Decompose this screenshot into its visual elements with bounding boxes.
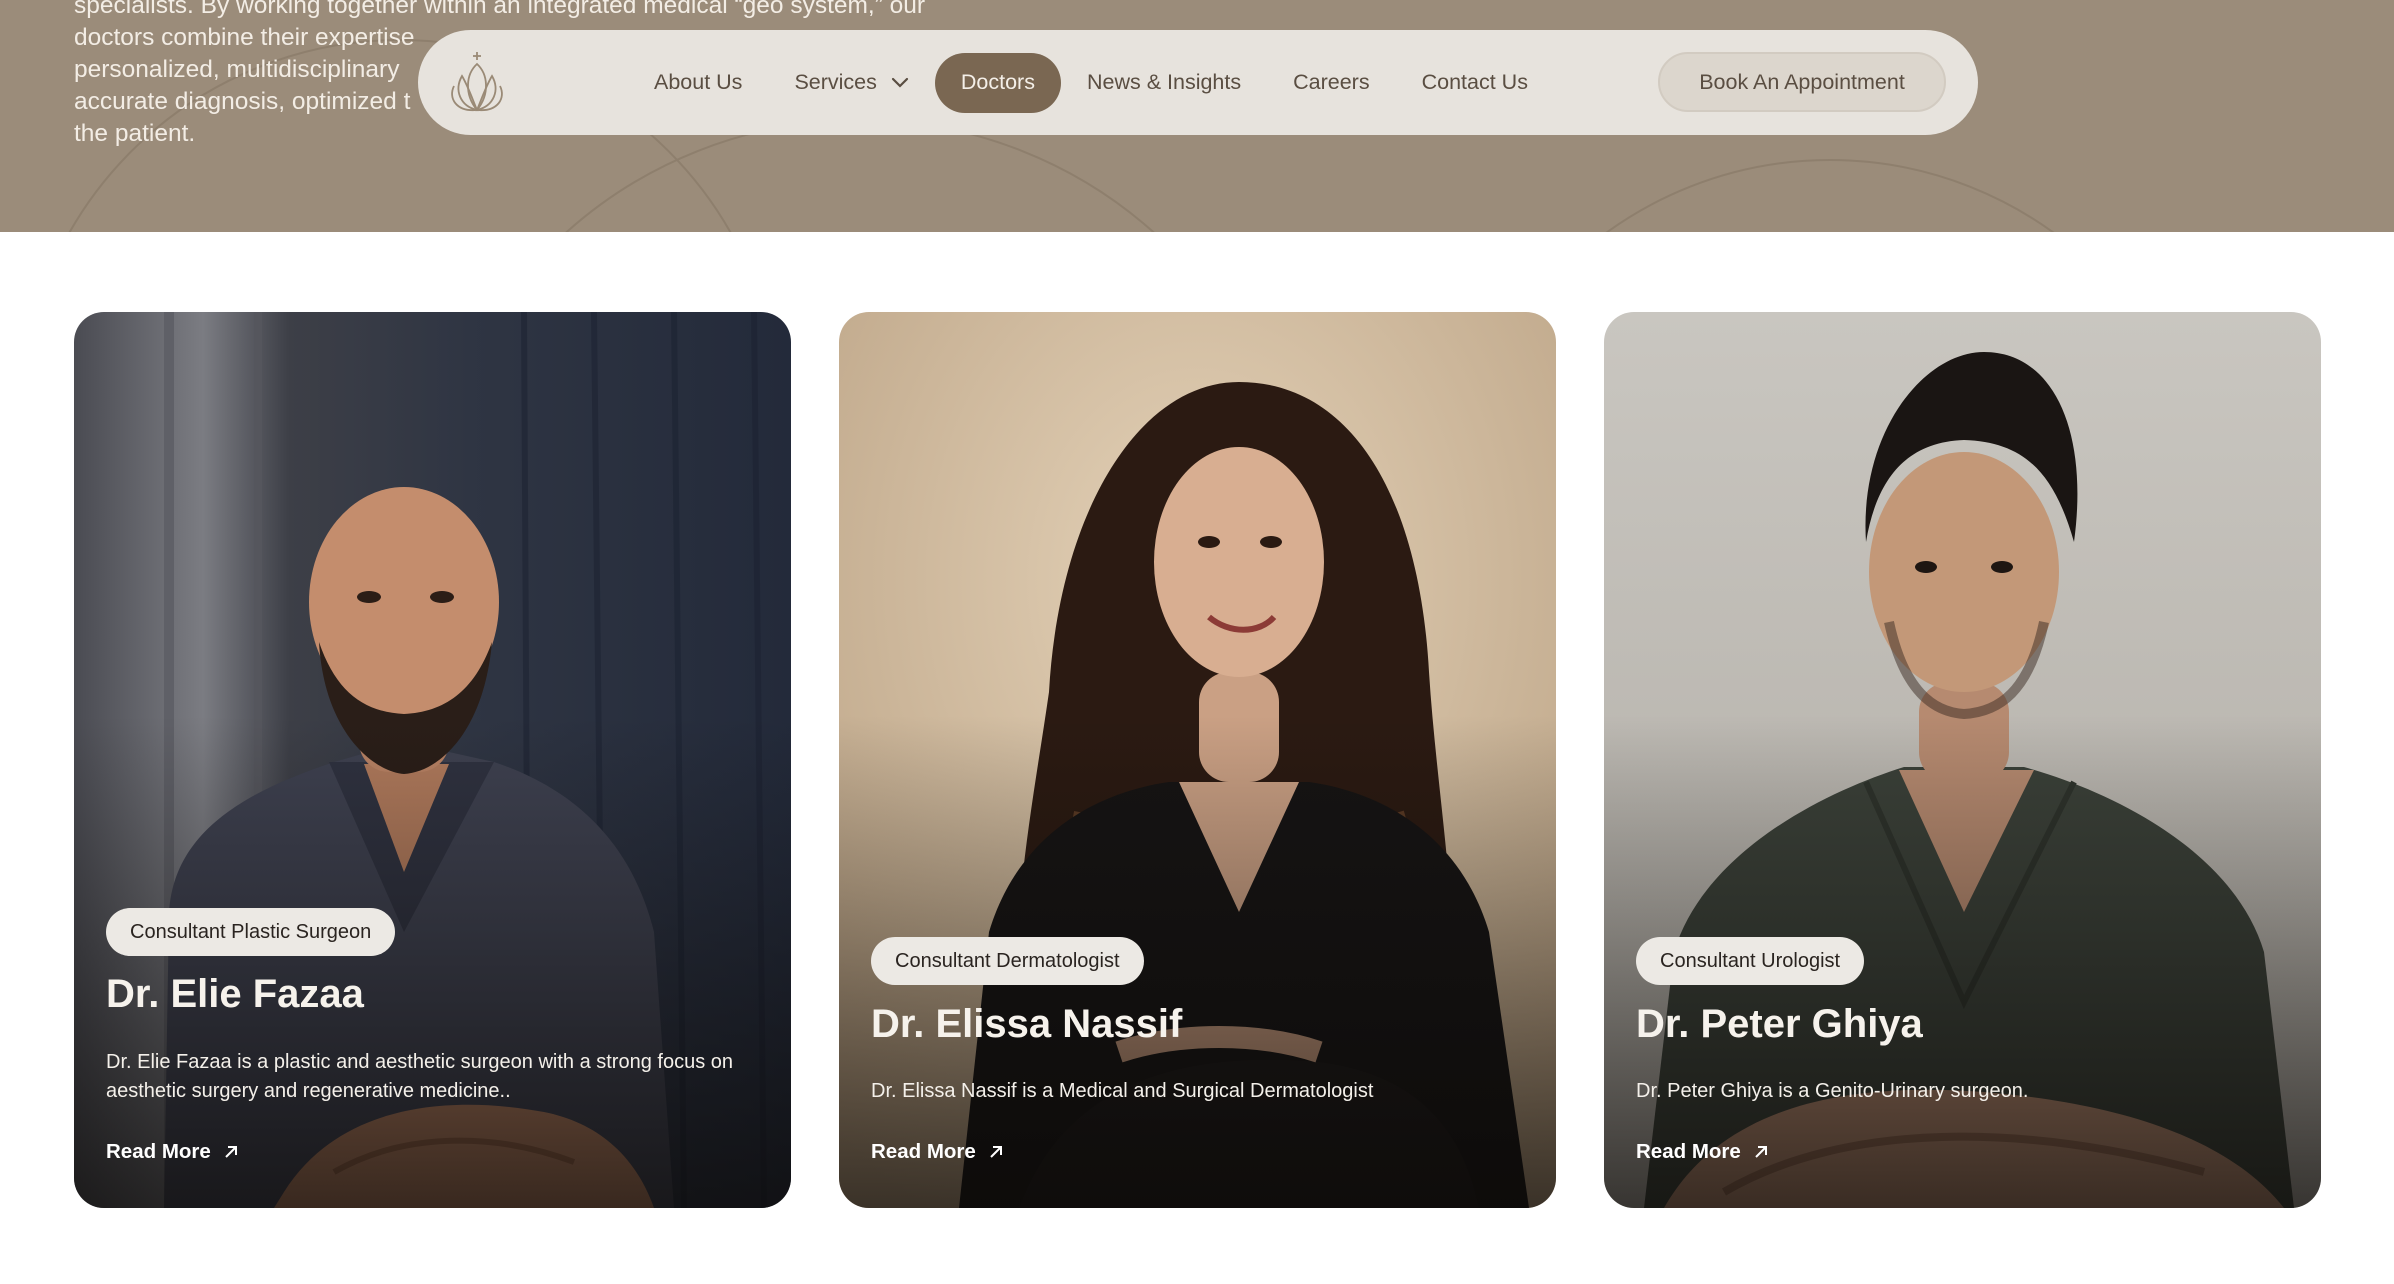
card-content: Consultant Plastic Surgeon Dr. Elie Faza… — [106, 312, 759, 1208]
nav-link-label: News & Insights — [1086, 70, 1242, 94]
read-more-label: Read More — [1636, 1140, 1741, 1163]
arrow-up-right-icon — [988, 1144, 1004, 1160]
nav-doctors[interactable]: Doctors — [934, 52, 1061, 113]
hero-line: specialists. By working together within … — [74, 0, 926, 19]
nav-contact-us[interactable]: Contact Us — [1396, 53, 1554, 113]
doctor-description: Dr. Elie Fazaa is a plastic and aestheti… — [106, 1051, 734, 1102]
doctor-description: Dr. Elissa Nassif is a Medical and Surgi… — [871, 1080, 1374, 1102]
nav-link-label: Careers — [1293, 70, 1370, 94]
doctor-card[interactable]: Consultant Dermatologist Dr. Elissa Nass… — [839, 312, 1556, 1208]
nav-link-label: Contact Us — [1421, 70, 1528, 94]
nav-link-label: Services — [794, 70, 877, 94]
main-navbar: About Us Services Doctors News & Insight… — [418, 30, 1978, 135]
specialty-badge: Consultant Urologist — [1636, 937, 1865, 985]
card-content: Consultant Dermatologist Dr. Elissa Nass… — [871, 312, 1524, 1208]
nav-services[interactable]: Services — [768, 53, 934, 113]
nav-link-label: About Us — [654, 70, 743, 94]
specialty-badge: Consultant Dermatologist — [871, 937, 1144, 985]
read-more-link[interactable]: Read More — [871, 1140, 1004, 1164]
specialty-badge: Consultant Plastic Surgeon — [106, 908, 396, 956]
chevron-down-icon — [891, 77, 909, 89]
arrow-up-right-icon — [1753, 1144, 1769, 1160]
card-content: Consultant Urologist Dr. Peter Ghiya Dr.… — [1636, 312, 2289, 1208]
nav-about-us[interactable]: About Us — [628, 53, 768, 113]
book-appointment-button[interactable]: Book An Appointment — [1658, 52, 1946, 112]
doctor-description: Dr. Peter Ghiya is a Genito-Urinary surg… — [1636, 1080, 2029, 1102]
read-more-link[interactable]: Read More — [106, 1140, 239, 1164]
doctor-card[interactable]: Consultant Urologist Dr. Peter Ghiya Dr.… — [1604, 312, 2321, 1208]
nav-careers[interactable]: Careers — [1267, 53, 1395, 113]
doctor-name: Dr. Elissa Nassif — [871, 1002, 1183, 1046]
doctor-name: Dr. Peter Ghiya — [1636, 1002, 1923, 1046]
nav-news-insights[interactable]: News & Insights — [1061, 53, 1267, 113]
lotus-logo-icon[interactable] — [446, 50, 508, 116]
read-more-label: Read More — [106, 1140, 211, 1163]
nav-links: About Us Services Doctors News & Insight… — [628, 30, 1554, 135]
read-more-label: Read More — [871, 1140, 976, 1163]
read-more-link[interactable]: Read More — [1636, 1140, 1769, 1164]
arrow-up-right-icon — [223, 1144, 239, 1160]
doctor-name: Dr. Elie Fazaa — [106, 972, 364, 1016]
nav-link-label: Doctors — [960, 70, 1035, 94]
doctor-card[interactable]: Consultant Plastic Surgeon Dr. Elie Faza… — [74, 312, 791, 1208]
